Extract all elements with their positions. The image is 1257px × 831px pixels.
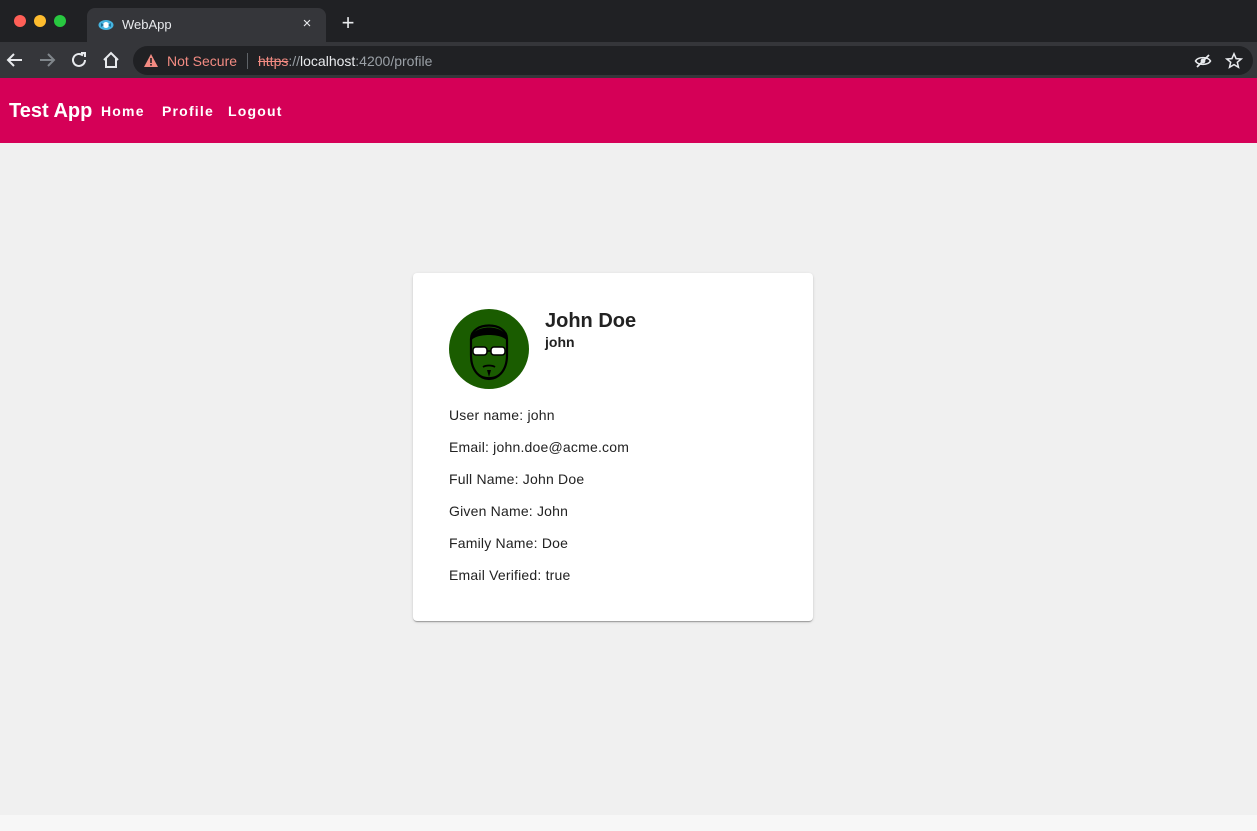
address-bar[interactable]: Not Secure https://localhost:4200/profil… [133, 46, 1253, 75]
profile-field-given-name: Given Name: John [449, 503, 569, 519]
app-favicon-icon [98, 20, 114, 30]
reload-icon[interactable] [68, 49, 90, 71]
forward-arrow-icon[interactable] [36, 49, 58, 71]
bookmark-star-icon[interactable] [1225, 52, 1243, 70]
profile-field-email: Email: john.doe@acme.com [449, 439, 630, 455]
profile-field-email-verified: Email Verified: true [449, 567, 571, 583]
window-maximize-button[interactable] [54, 15, 66, 27]
nav-profile-link[interactable]: Profile [162, 103, 214, 119]
profile-card: John Doe john User name: john Email: joh… [413, 273, 813, 621]
home-icon[interactable] [100, 49, 122, 71]
window-minimize-button[interactable] [34, 15, 46, 27]
warning-icon [144, 54, 158, 67]
tab-close-icon[interactable]: × [298, 15, 316, 33]
nav-home-link[interactable]: Home [101, 103, 145, 119]
profile-field-family-name: Family Name: Doe [449, 535, 569, 551]
profile-username: john [545, 334, 575, 350]
url-separator: :// [288, 53, 301, 69]
page-bottom-strip [0, 815, 1257, 831]
app-toolbar: Test App Home Profile Logout [0, 78, 1257, 143]
url-scheme: https [258, 53, 289, 69]
profile-display-name: John Doe [545, 310, 637, 332]
security-status-label[interactable]: Not Secure [167, 53, 237, 69]
url-text[interactable]: https://localhost:4200/profile [258, 53, 432, 69]
window-close-button[interactable] [14, 15, 26, 27]
eye-slash-icon[interactable] [1194, 52, 1212, 70]
omnibox-divider [247, 53, 248, 69]
user-avatar-icon [449, 309, 529, 389]
tab-title: WebApp [122, 17, 172, 32]
url-path: :4200/profile [355, 53, 433, 69]
browser-tab-bar: WebApp × + [0, 0, 1257, 42]
profile-field-full-name: Full Name: John Doe [449, 471, 585, 487]
profile-field-username: User name: john [449, 407, 555, 423]
new-tab-button[interactable]: + [337, 12, 359, 34]
app-title[interactable]: Test App [9, 100, 92, 123]
browser-tab[interactable]: WebApp × [87, 8, 326, 42]
url-host: localhost [300, 53, 356, 69]
browser-toolbar: Not Secure https://localhost:4200/profil… [0, 42, 1257, 78]
nav-logout-link[interactable]: Logout [228, 103, 283, 119]
back-arrow-icon[interactable] [4, 49, 26, 71]
